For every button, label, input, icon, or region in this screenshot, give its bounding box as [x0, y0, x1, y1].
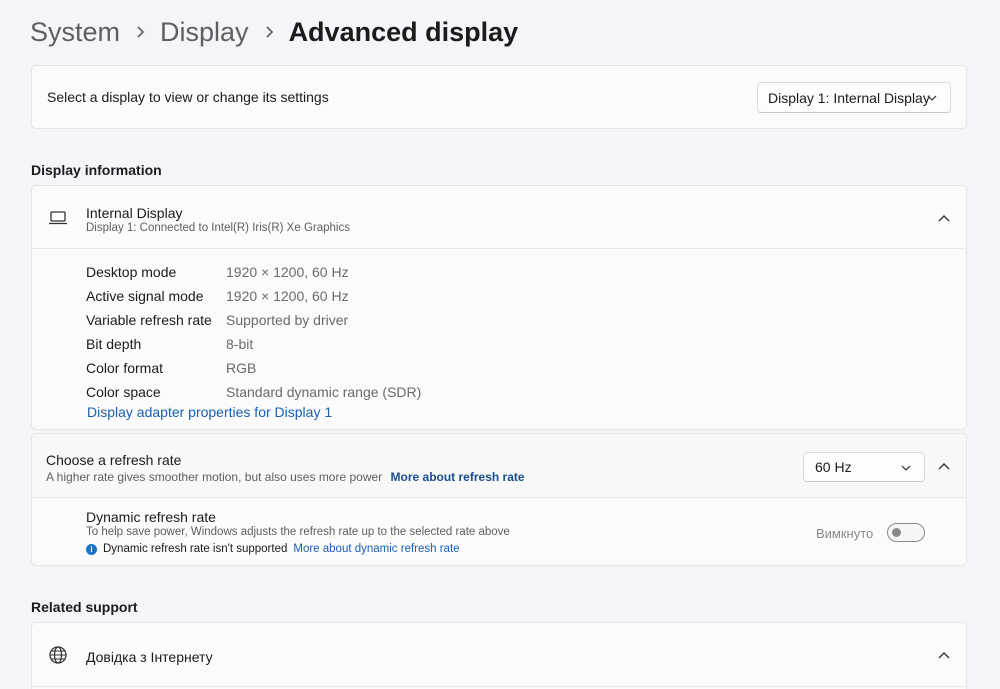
dynamic-refresh-toggle[interactable]	[887, 523, 925, 542]
breadcrumb: System Display Advanced display	[30, 14, 518, 50]
info-row: Variable refresh rate Supported by driver	[86, 308, 421, 332]
dynamic-refresh-description: To help save power, Windows adjusts the …	[86, 526, 510, 538]
refresh-rate-title: Choose a refresh rate	[46, 452, 182, 468]
info-row-label: Desktop mode	[86, 264, 177, 280]
chevron-right-icon	[120, 25, 160, 39]
display-information-card: Internal Display Display 1: Connected to…	[31, 185, 967, 430]
display-select-label: Select a display to view or change its s…	[47, 89, 329, 105]
info-row: Color space Standard dynamic range (SDR)	[86, 380, 421, 404]
info-row: Desktop mode 1920 × 1200, 60 Hz	[86, 260, 421, 284]
breadcrumb-system[interactable]: System	[30, 17, 120, 48]
display-dropdown[interactable]: Display 1: Internal Display	[757, 82, 951, 113]
refresh-rate-header: Choose a refresh rate A higher rate give…	[32, 434, 966, 498]
refresh-rate-subtitle: A higher rate gives smoother motion, but…	[46, 470, 525, 484]
page-title: Advanced display	[288, 16, 519, 47]
info-row: Bit depth 8-bit	[86, 332, 421, 356]
breadcrumb-display[interactable]: Display	[160, 17, 249, 48]
info-row-value: Supported by driver	[226, 312, 349, 328]
info-row-label: Active signal mode	[86, 288, 204, 304]
dynamic-refresh-note-text: Dynamic refresh rate isn't supported	[103, 543, 288, 555]
info-row-value: Standard dynamic range (SDR)	[226, 384, 422, 400]
chevron-down-icon	[927, 95, 937, 101]
globe-icon	[49, 646, 67, 664]
chevron-up-icon[interactable]	[937, 650, 951, 660]
dynamic-refresh-link[interactable]: More about dynamic refresh rate	[293, 543, 459, 555]
refresh-rate-link[interactable]: More about refresh rate	[391, 470, 525, 484]
display-connection: Display 1: Connected to Intel(R) Iris(R)…	[86, 222, 350, 234]
display-name: Internal Display	[86, 205, 183, 221]
help-title: Довідка з Інтернету	[86, 649, 213, 665]
chevron-up-icon[interactable]	[937, 213, 951, 223]
info-row-label: Bit depth	[86, 336, 142, 352]
info-row-value: 1920 × 1200, 60 Hz	[226, 264, 349, 280]
display-information-heading: Display information	[31, 162, 162, 178]
info-row: Color format RGB	[86, 356, 421, 380]
info-row-value: RGB	[226, 360, 257, 376]
toggle-knob	[892, 528, 901, 537]
dynamic-refresh-title: Dynamic refresh rate	[86, 509, 216, 525]
info-row-value: 8-bit	[226, 336, 254, 352]
refresh-rate-value: 60 Hz	[815, 459, 852, 475]
adapter-properties-link[interactable]: Display adapter properties for Display 1	[87, 404, 332, 420]
dynamic-refresh-note: i Dynamic refresh rate isn't supported M…	[86, 543, 460, 555]
info-icon: i	[86, 543, 97, 555]
related-support-heading: Related support	[31, 599, 138, 615]
chevron-up-icon[interactable]	[937, 461, 951, 471]
info-row-label: Variable refresh rate	[86, 312, 212, 328]
display-information-header[interactable]: Internal Display Display 1: Connected to…	[32, 186, 966, 249]
help-header[interactable]: Довідка з Інтернету	[32, 623, 966, 687]
info-row-label: Color format	[86, 360, 164, 376]
info-row-value: 1920 × 1200, 60 Hz	[226, 288, 349, 304]
chevron-right-icon	[249, 25, 289, 39]
info-row: Active signal mode 1920 × 1200, 60 Hz	[86, 284, 421, 308]
help-card: Довідка з Інтернету	[31, 622, 967, 689]
info-row-label: Color space	[86, 384, 161, 400]
display-dropdown-value: Display 1: Internal Display	[768, 89, 930, 106]
refresh-rate-dropdown[interactable]: 60 Hz	[803, 452, 925, 482]
chevron-down-icon	[901, 465, 911, 471]
display-info-list: Desktop mode 1920 × 1200, 60 Hz Active sig…	[86, 260, 421, 404]
refresh-rate-description: A higher rate gives smoother motion, but…	[46, 470, 383, 484]
laptop-icon	[49, 211, 67, 225]
dynamic-refresh-toggle-label: Вимкнуто	[816, 526, 874, 541]
display-select-card: Select a display to view or change its s…	[31, 65, 967, 129]
refresh-rate-card: Choose a refresh rate A higher rate give…	[31, 433, 967, 566]
